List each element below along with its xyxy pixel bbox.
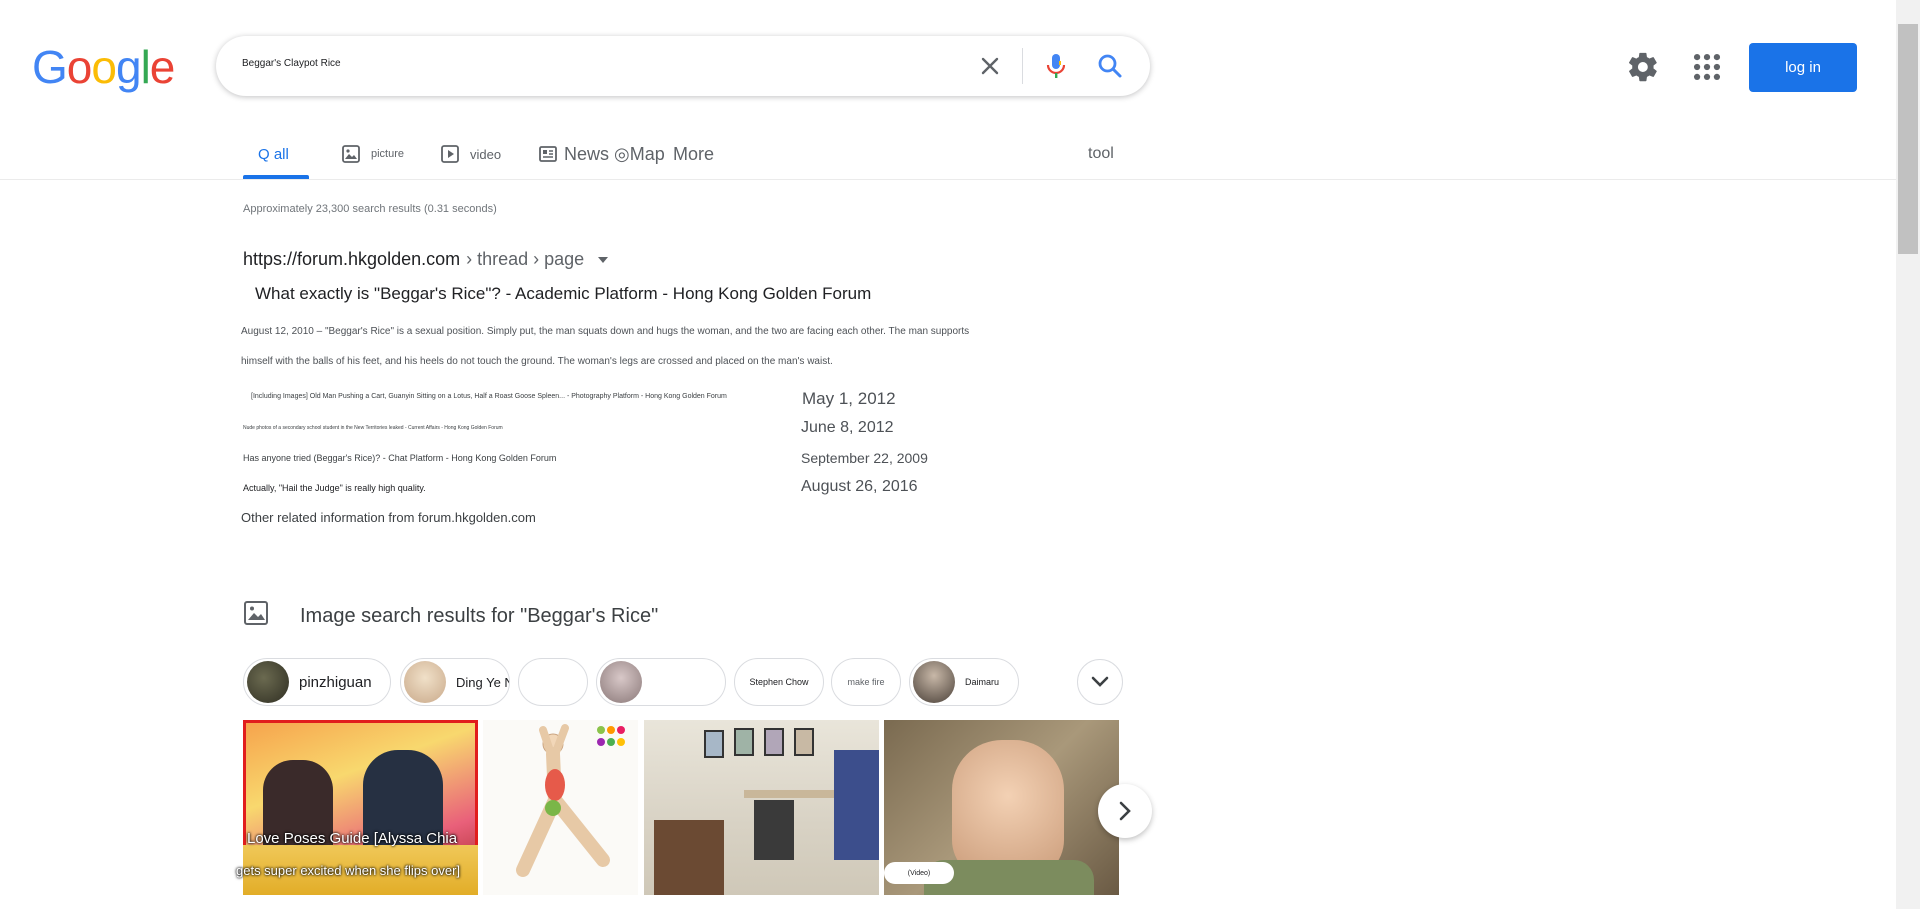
expand-chips-button[interactable] [1077,659,1123,705]
tab-news-label: News [564,143,610,164]
person-face [952,740,1064,880]
chip-label: Stephen Chow [749,677,809,687]
table [744,790,844,798]
settings-gear-icon[interactable] [1626,50,1660,84]
tab-all[interactable]: Q all [258,128,289,180]
scrollbar-thumb[interactable] [1898,24,1918,254]
news-icon [538,144,558,164]
image-icon [243,600,269,626]
result-cite[interactable]: https://forum.hkgolden.com › thread › pa… [243,249,610,270]
tab-map[interactable]: ◎Map [614,128,665,180]
page-scrollbar[interactable] [1896,0,1920,909]
image-filter-chip[interactable] [518,658,588,706]
search-box[interactable] [216,36,1150,96]
sub-link[interactable]: Nude photos of a secondary school studen… [243,425,503,431]
microphone-icon[interactable] [1040,50,1072,82]
chevron-right-icon [1118,801,1132,821]
chip-thumbnail [600,661,642,703]
video-icon [440,144,460,164]
result-snippet: himself with the balls of his feet, and … [241,356,833,367]
result-snippet: August 12, 2010 – "Beggar's Rice" is a s… [241,326,970,337]
tab-news[interactable]: News [538,128,609,180]
search-divider [1022,48,1023,84]
image-filter-chip[interactable]: Ding Ye Ninth Grade [400,658,510,706]
image-filter-chip[interactable]: make fire [831,658,901,706]
search-input[interactable] [242,58,842,69]
chip-label: pinzhiguan [299,673,372,691]
logo-letter: G [32,41,68,93]
tab-picture-label: picture [371,148,405,160]
sub-link-date: August 26, 2016 [801,478,918,495]
tab-tools-label: tool [1088,145,1114,162]
tab-video[interactable]: video [440,128,501,180]
chip-thumbnail [247,661,289,703]
tab-video-label: video [470,146,502,162]
tab-tools[interactable]: tool [1088,128,1114,180]
person-silhouette [654,820,724,895]
tab-more[interactable]: More [673,128,714,180]
other-related-info-link[interactable]: Other related information from forum.hkg… [241,510,536,525]
image-result-tile[interactable] [483,720,638,895]
chip-label: Ding Ye Ninth Grade [456,674,509,690]
image-results-heading: Image search results for "Beggar's Rice" [300,605,659,627]
tab-all-label: Q all [258,145,289,163]
sub-link-date: May 1, 2012 [802,389,896,408]
cite-domain: https://forum.hkgolden.com [243,249,461,269]
active-tab-indicator [243,175,309,179]
chip-label: make fire [847,677,885,687]
result-title[interactable]: What exactly is "Beggar's Rice"? - Acade… [255,284,871,304]
clear-icon[interactable] [974,50,1006,82]
next-images-button[interactable] [1098,784,1152,838]
chip-thumbnail [404,661,446,703]
wall-picture [764,728,784,756]
person-silhouette [834,750,879,860]
logo-letter: o [91,41,117,93]
wall-picture [794,728,814,756]
logo-letter: l [140,41,151,93]
login-button[interactable]: log in [1749,43,1857,92]
person-silhouette [754,800,794,860]
logo-letter: g [115,41,142,93]
result-stats: Approximately 23,300 search results (0.3… [243,203,497,215]
google-logo[interactable]: Google [32,41,176,93]
wall-picture [704,730,724,758]
wall-picture [734,728,754,756]
chevron-down-icon[interactable] [596,255,610,265]
image-filter-chip[interactable] [596,658,726,706]
chip-label: Daimaru [965,677,1000,687]
image-result-tile[interactable]: (Video) [884,720,1119,895]
image-filter-chip[interactable]: Stephen Chow [734,658,824,706]
sub-link[interactable]: [Including Images] Old Man Pushing a Car… [251,393,727,400]
sub-link[interactable]: Has anyone tried (Beggar's Rice)? - Chat… [243,453,556,463]
image-caption: Love Poses Guide [Alyssa Chia [247,830,458,847]
search-tabs: Q all picture video News ◎Map More tool [0,128,1896,180]
image-caption: gets super excited when she flips over] [236,863,461,878]
image-filter-chip[interactable]: pinzhiguan [243,658,391,706]
chip-thumbnail [913,661,955,703]
tab-picture[interactable]: picture [341,128,404,180]
logo-letter: o [66,41,93,93]
sub-link[interactable]: Actually, "Hail the Judge" is really hig… [243,483,426,493]
search-icon[interactable] [1094,50,1126,82]
tab-map-label: ◎Map [614,143,665,164]
tab-more-label: More [673,143,715,164]
image-result-tile[interactable] [644,720,879,895]
image-filter-chip[interactable]: Daimaru [909,658,1019,706]
apps-grid-icon[interactable] [1690,50,1724,84]
pose-diagram-illustration [516,724,625,877]
sub-link-date: June 8, 2012 [801,419,894,436]
logo-letter: e [149,41,176,93]
chevron-down-icon [1091,676,1109,688]
cite-path: › thread › page [466,249,585,269]
video-badge: (Video) [884,862,954,884]
sub-link-date: September 22, 2009 [801,450,928,466]
image-icon [341,144,361,164]
